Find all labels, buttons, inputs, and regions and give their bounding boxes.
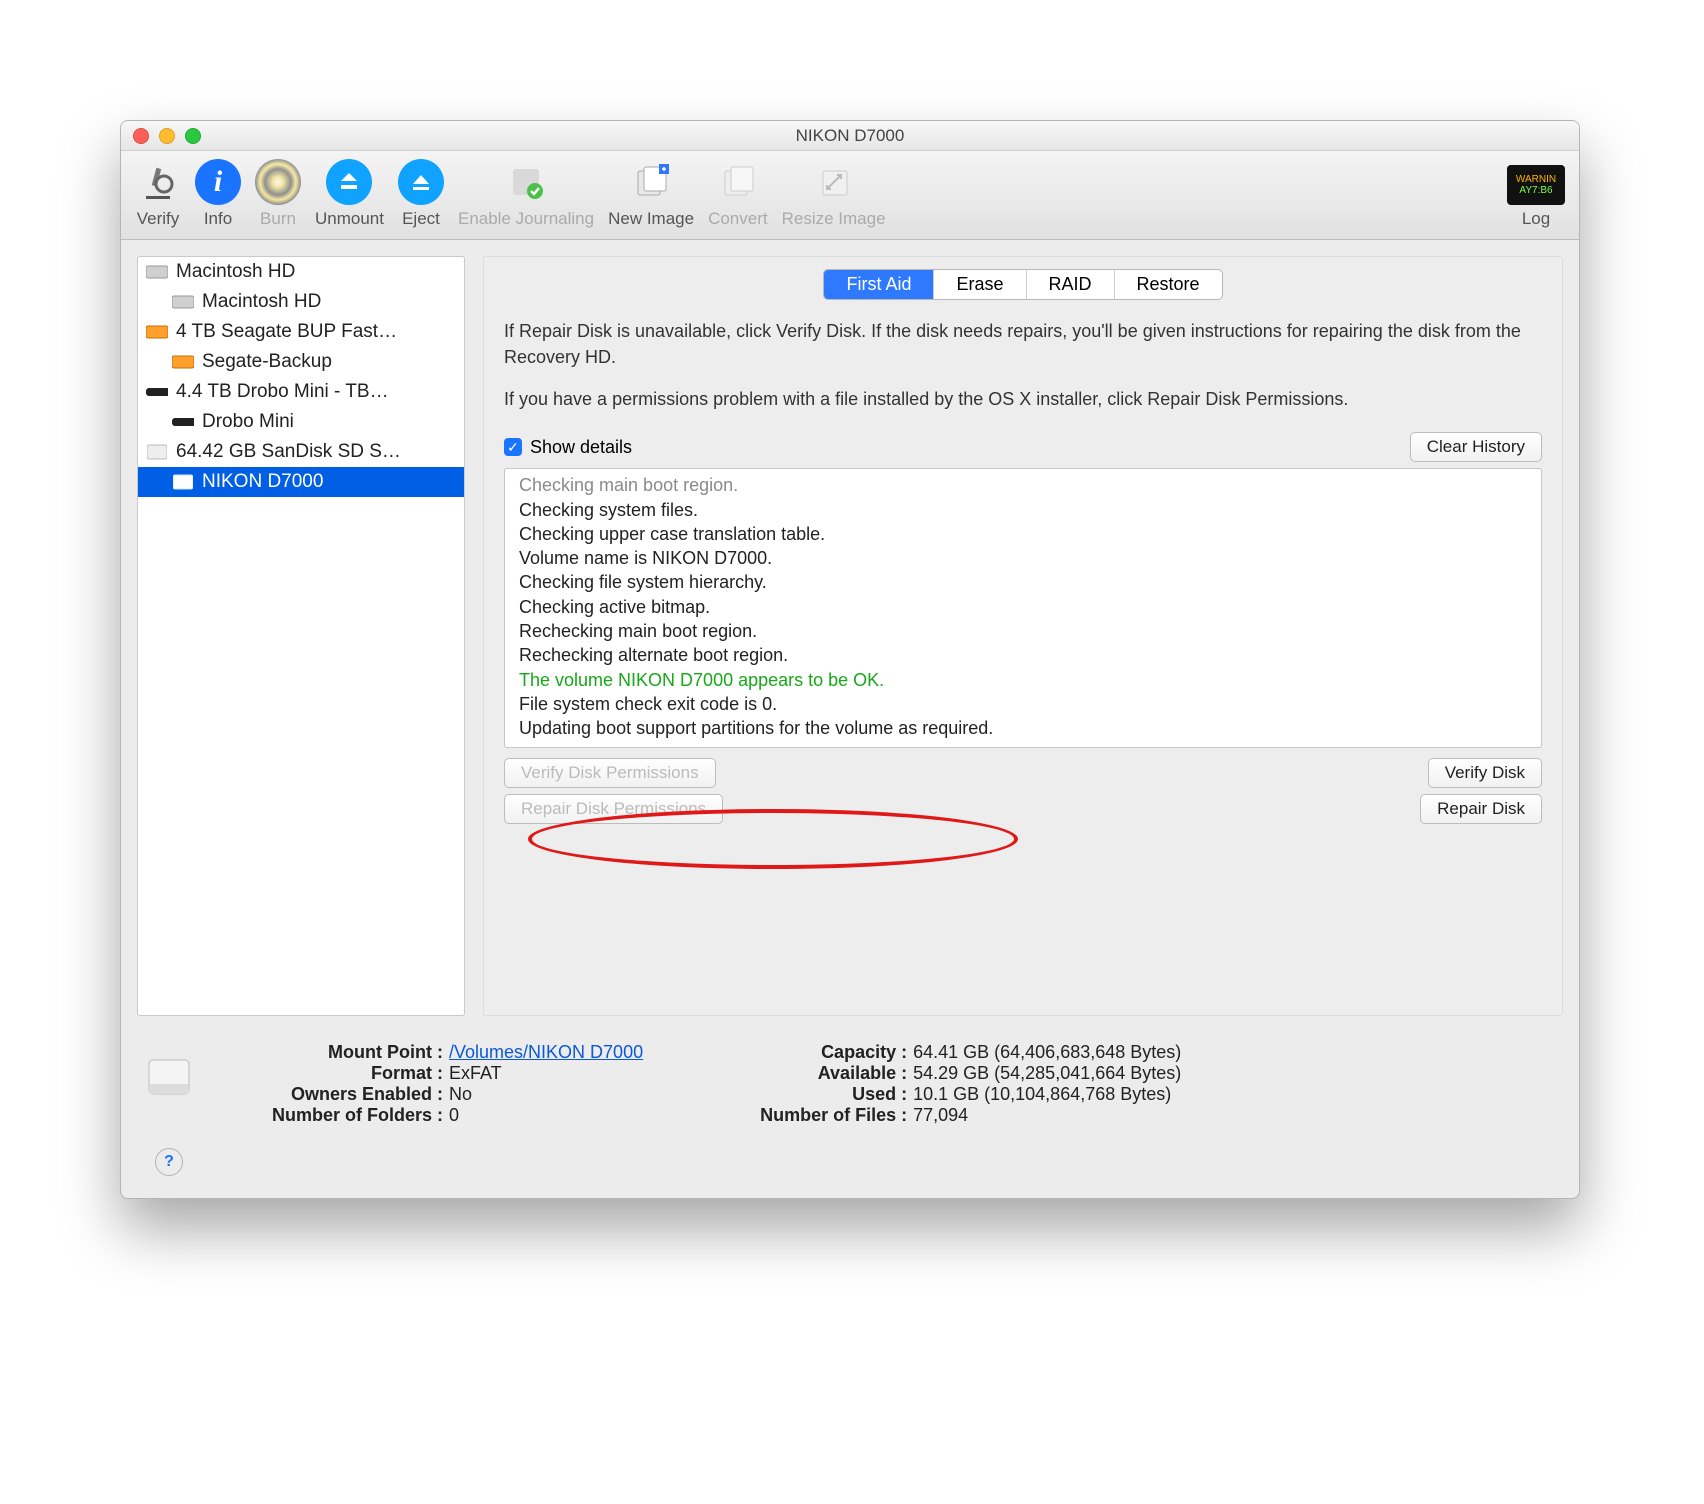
verify-disk-button[interactable]: Verify Disk	[1428, 758, 1542, 788]
eject-toolbar-button[interactable]: Eject	[398, 159, 444, 229]
log-icon: WARNIN AY7:B6	[1507, 165, 1565, 205]
info-toolbar-button[interactable]: i Info	[195, 159, 241, 229]
burn-toolbar-button: Burn	[255, 159, 301, 229]
disk-sidebar[interactable]: Macintosh HD Macintosh HD 4 TB Seagate B…	[137, 256, 465, 1016]
sidebar-item-disk[interactable]: 4 TB Seagate BUP Fast…	[138, 317, 464, 347]
verify-disk-permissions-button: Verify Disk Permissions	[504, 758, 716, 788]
clear-history-button[interactable]: Clear History	[1410, 432, 1542, 462]
log-line: Volume name is NIKON D7000.	[519, 546, 1527, 570]
sidebar-item-volume[interactable]: Segate-Backup	[138, 347, 464, 377]
volume-icon	[139, 1046, 199, 1106]
drobo-icon	[146, 383, 168, 401]
sidebar-item-volume[interactable]: Drobo Mini	[138, 407, 464, 437]
main-panel: First Aid Erase RAID Restore If Repair D…	[483, 256, 1563, 1016]
mount-point-link[interactable]: /Volumes/NIKON D7000	[449, 1042, 643, 1062]
repair-disk-permissions-button: Repair Disk Permissions	[504, 794, 723, 824]
titlebar: NIKON D7000	[121, 121, 1579, 151]
log-line-ok: The volume NIKON D7000 appears to be OK.	[519, 668, 1527, 692]
new-image-icon	[628, 159, 674, 205]
tab-restore[interactable]: Restore	[1115, 270, 1222, 299]
tab-bar: First Aid Erase RAID Restore	[823, 269, 1222, 300]
log-line: Checking file system hierarchy.	[519, 570, 1527, 594]
checkbox-checked-icon: ✓	[504, 438, 522, 456]
repair-disk-button[interactable]: Repair Disk	[1420, 794, 1542, 824]
unmount-toolbar-button[interactable]: Unmount	[315, 159, 384, 229]
unmount-icon	[326, 159, 372, 205]
sidebar-item-disk[interactable]: 4.4 TB Drobo Mini - TB…	[138, 377, 464, 407]
external-disk-icon	[172, 353, 194, 371]
tab-erase[interactable]: Erase	[934, 270, 1026, 299]
log-output[interactable]: Checking main boot region. Checking syst…	[504, 468, 1542, 747]
convert-icon	[715, 159, 761, 205]
sd-card-icon	[146, 443, 168, 461]
sidebar-item-disk[interactable]: Macintosh HD	[138, 257, 464, 287]
burn-icon	[255, 159, 301, 205]
log-line: Rechecking alternate boot region.	[519, 643, 1527, 667]
show-details-checkbox[interactable]: ✓ Show details	[504, 437, 632, 458]
eject-icon	[398, 159, 444, 205]
hdd-icon	[146, 263, 168, 281]
sidebar-item-volume-selected[interactable]: NIKON D7000	[138, 467, 464, 497]
content-area: Macintosh HD Macintosh HD 4 TB Seagate B…	[121, 240, 1579, 1032]
microscope-icon	[135, 159, 181, 205]
sidebar-item-volume[interactable]: Macintosh HD	[138, 287, 464, 317]
sd-card-icon	[172, 473, 194, 491]
log-line: Rechecking main boot region.	[519, 619, 1527, 643]
info-grid: Mount Point :/Volumes/NIKON D7000 Format…	[219, 1042, 1181, 1126]
toolbar: Verify i Info Burn Unmount Eject Enabl	[121, 151, 1579, 240]
verify-toolbar-button[interactable]: Verify	[135, 159, 181, 229]
log-line: Checking system files.	[519, 498, 1527, 522]
tab-first-aid[interactable]: First Aid	[824, 270, 934, 299]
info-icon: i	[195, 159, 241, 205]
sidebar-item-disk[interactable]: 64.42 GB SanDisk SD S…	[138, 437, 464, 467]
enable-journaling-toolbar-button: Enable Journaling	[458, 159, 594, 229]
journaling-icon	[503, 159, 549, 205]
info-footer: ? Mount Point :/Volumes/NIKON D7000 Form…	[121, 1032, 1579, 1198]
log-line: Checking main boot region.	[519, 473, 1527, 497]
disk-utility-window: NIKON D7000 Verify i Info Burn Unmount	[120, 120, 1580, 1199]
tab-raid[interactable]: RAID	[1027, 270, 1115, 299]
resize-image-toolbar-button: Resize Image	[782, 159, 886, 229]
drobo-icon	[172, 413, 194, 431]
log-toolbar-button[interactable]: WARNIN AY7:B6 Log	[1507, 165, 1565, 229]
convert-toolbar-button: Convert	[708, 159, 768, 229]
window-title: NIKON D7000	[121, 126, 1579, 146]
hdd-icon	[172, 293, 194, 311]
new-image-toolbar-button[interactable]: New Image	[608, 159, 694, 229]
log-line: Updating boot support partitions for the…	[519, 716, 1527, 740]
log-line: Checking upper case translation table.	[519, 522, 1527, 546]
log-line: File system check exit code is 0.	[519, 692, 1527, 716]
instructions-text: If Repair Disk is unavailable, click Ver…	[504, 318, 1542, 412]
help-icon[interactable]: ?	[155, 1148, 183, 1176]
resize-image-icon	[811, 159, 857, 205]
log-line: Checking active bitmap.	[519, 595, 1527, 619]
external-disk-icon	[146, 323, 168, 341]
